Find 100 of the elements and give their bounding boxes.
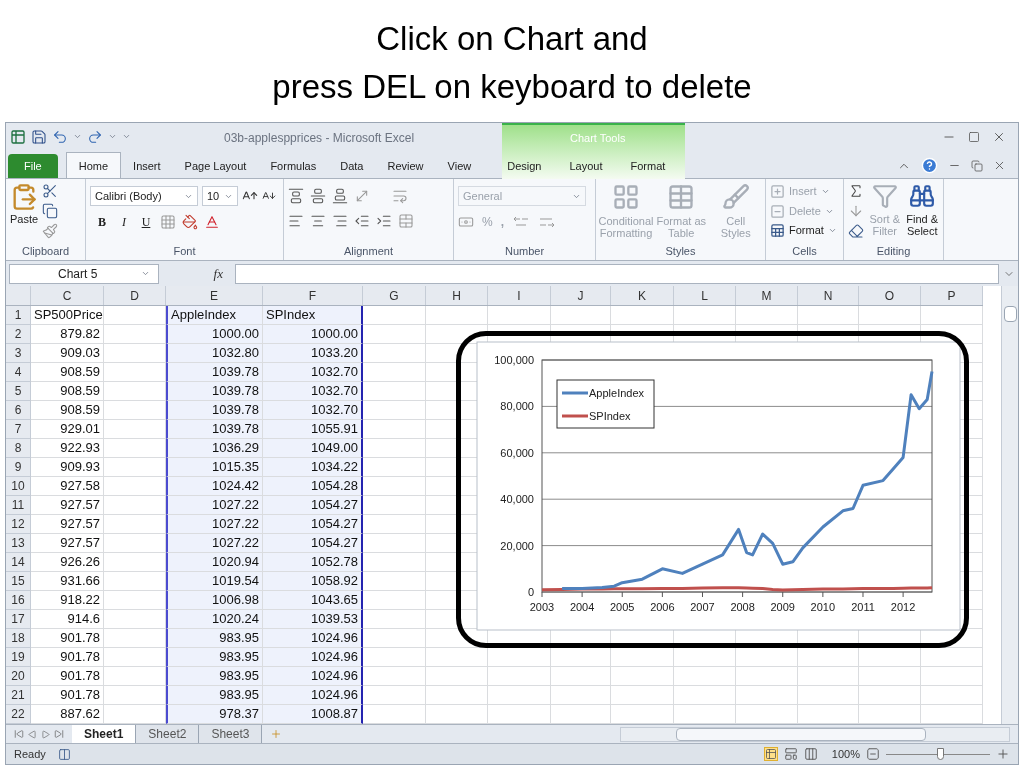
column-header[interactable]: D: [104, 286, 166, 306]
align-bottom-icon[interactable]: [332, 188, 348, 205]
row-header[interactable]: 10: [6, 477, 31, 497]
copy-icon[interactable]: [42, 203, 59, 220]
zoom-out-icon[interactable]: [866, 747, 880, 762]
ribbon-tab[interactable]: Design: [493, 154, 556, 179]
column-header[interactable]: J: [551, 286, 611, 306]
ribbon-tab[interactable]: File: [8, 154, 58, 179]
align-middle-icon[interactable]: [310, 188, 326, 205]
merge-icon[interactable]: [398, 213, 414, 230]
column-header[interactable]: H: [426, 286, 488, 306]
column-header[interactable]: F: [263, 286, 363, 306]
ribbon-tab[interactable]: Review: [375, 154, 436, 179]
help-icon[interactable]: [921, 157, 938, 175]
maximize-icon[interactable]: [968, 130, 980, 143]
formula-input[interactable]: [235, 263, 999, 284]
restore-icon[interactable]: [971, 159, 983, 172]
scissors-icon[interactable]: [42, 183, 59, 200]
column-header[interactable]: L: [674, 286, 736, 306]
ribbon-tab[interactable]: Data: [328, 154, 376, 179]
editing-button[interactable]: Find & Select: [905, 183, 939, 238]
row-header[interactable]: 19: [6, 648, 31, 668]
prev-sheet-icon[interactable]: [28, 729, 37, 739]
style-toggle[interactable]: B: [94, 213, 110, 232]
eraser-icon[interactable]: [848, 223, 864, 240]
normal-view-icon[interactable]: [763, 747, 778, 762]
brush-icon[interactable]: [42, 223, 59, 240]
column-header[interactable]: G: [363, 286, 426, 306]
scroll-thumb[interactable]: [676, 727, 927, 741]
column-header[interactable]: K: [611, 286, 674, 306]
row-header[interactable]: 9: [6, 458, 31, 478]
vertical-scrollbar[interactable]: [1001, 286, 1018, 725]
next-sheet-icon[interactable]: [41, 729, 50, 739]
save-icon[interactable]: [31, 128, 47, 145]
font-size-field[interactable]: 10: [202, 186, 238, 207]
chart-area[interactable]: 0 20,000 40,000 60,000 80,000 100,000 2003 2004 2005 2006 2007 2008 2009 2010 2011 2012 AppleIndex SPIndex: [476, 341, 961, 632]
row-header[interactable]: 5: [6, 382, 31, 402]
row-header[interactable]: 2: [6, 325, 31, 345]
last-sheet-icon[interactable]: [54, 729, 64, 740]
function-button[interactable]: fx: [163, 263, 231, 284]
page-break-icon[interactable]: [803, 747, 818, 762]
column-header[interactable]: O: [859, 286, 921, 306]
style-toggle[interactable]: I: [116, 213, 132, 232]
sheet-tab[interactable]: Sheet1: [72, 725, 137, 744]
row-header[interactable]: 14: [6, 553, 31, 573]
font-color-icon[interactable]: [204, 214, 220, 231]
column-header[interactable]: P: [921, 286, 983, 306]
row-header[interactable]: 8: [6, 439, 31, 459]
sheet-tab[interactable]: Sheet2: [136, 725, 200, 744]
row-header[interactable]: 6: [6, 401, 31, 421]
ribbon-tab[interactable]: Insert: [121, 154, 173, 179]
row-header[interactable]: 7: [6, 420, 31, 440]
row-header[interactable]: 22: [6, 705, 31, 725]
table-cell: [363, 401, 426, 421]
row-header[interactable]: 21: [6, 686, 31, 706]
column-header[interactable]: M: [736, 286, 798, 306]
ribbon-tab[interactable]: Formulas: [258, 154, 329, 179]
ribbon-tab[interactable]: Layout: [555, 154, 617, 179]
page-layout-icon[interactable]: [783, 747, 798, 762]
align-top-icon[interactable]: [288, 188, 304, 205]
row-header[interactable]: 15: [6, 572, 31, 592]
row-header[interactable]: 18: [6, 629, 31, 649]
row-header[interactable]: 4: [6, 363, 31, 383]
slider-thumb[interactable]: [937, 748, 945, 761]
column-header[interactable]: C: [31, 286, 104, 306]
app-icon[interactable]: [10, 128, 26, 145]
cells-button[interactable]: Format: [770, 222, 837, 239]
zoom-level[interactable]: 100%: [831, 745, 860, 763]
column-header[interactable]: N: [798, 286, 859, 306]
undo-icon[interactable]: [52, 128, 68, 145]
row-header[interactable]: 11: [6, 496, 31, 516]
zoom-slider[interactable]: [886, 748, 990, 761]
redo-icon[interactable]: [87, 128, 103, 145]
horizontal-scrollbar[interactable]: [620, 726, 1011, 742]
sheet-tab[interactable]: Sheet3: [199, 725, 263, 744]
borders-icon[interactable]: [160, 214, 176, 231]
ribbon-tab[interactable]: View: [435, 154, 484, 179]
row-header[interactable]: 12: [6, 515, 31, 535]
ribbon-tab[interactable]: Format: [616, 154, 680, 179]
column-header[interactable]: I: [488, 286, 551, 306]
style-toggle[interactable]: U: [138, 213, 154, 232]
fill-color-icon[interactable]: [182, 214, 198, 231]
zoom-in-icon[interactable]: [996, 747, 1010, 762]
font-name-field[interactable]: Calibri (Body): [90, 186, 198, 207]
scroll-thumb[interactable]: [1003, 306, 1017, 323]
row-header[interactable]: 13: [6, 534, 31, 554]
row-header[interactable]: 3: [6, 344, 31, 364]
paste-button[interactable]: Paste: [10, 183, 39, 228]
row-header[interactable]: 16: [6, 591, 31, 611]
macro-icon[interactable]: [57, 747, 71, 761]
row-header[interactable]: 17: [6, 610, 31, 630]
name-box[interactable]: Chart 5: [9, 263, 159, 284]
row-header[interactable]: 1: [6, 306, 31, 326]
ribbon-tab[interactable]: Home: [65, 152, 122, 179]
wrap-text-icon[interactable]: [392, 188, 408, 205]
column-header[interactable]: E: [166, 286, 263, 306]
ribbon-tab[interactable]: Page Layout: [172, 154, 259, 179]
first-sheet-icon[interactable]: [14, 729, 24, 740]
sum-icon[interactable]: [848, 183, 864, 200]
row-header[interactable]: 20: [6, 667, 31, 687]
